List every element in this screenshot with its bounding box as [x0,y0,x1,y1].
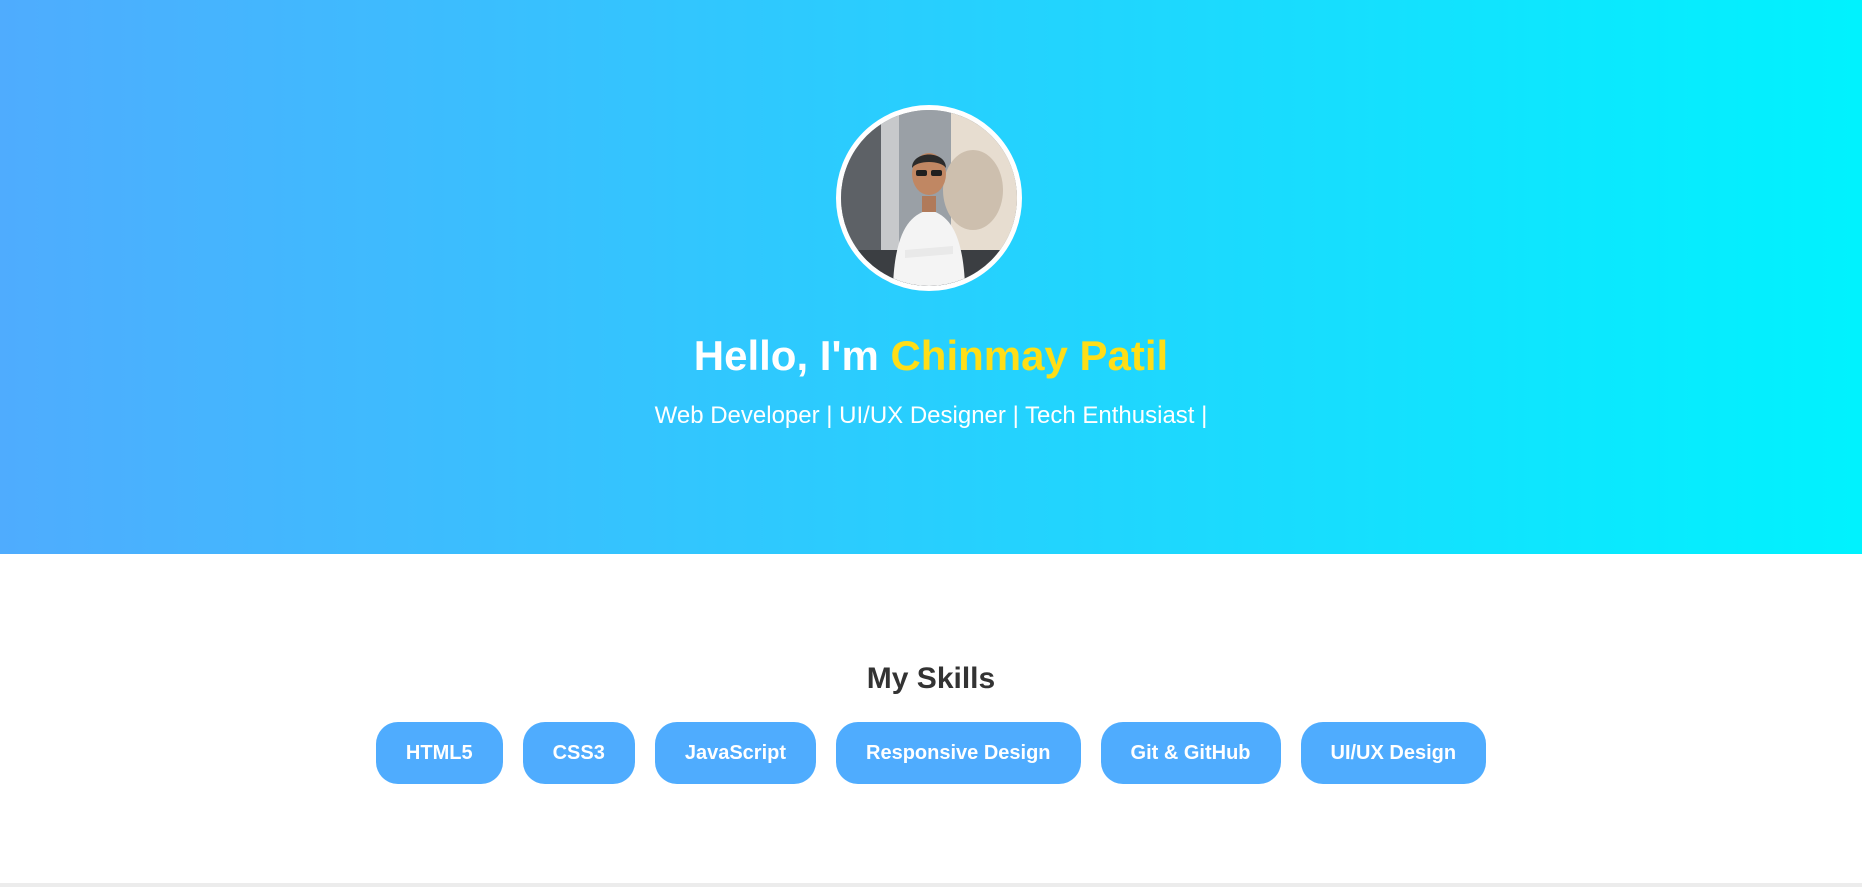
section-divider [0,883,1862,887]
hero-tagline: Web Developer | UI/UX Designer | Tech En… [654,402,1208,429]
skill-chip-responsive-design[interactable]: Responsive Design [836,722,1081,784]
skill-chip-git-github[interactable]: Git & GitHub [1100,722,1281,784]
skill-chip-ui-ux-design[interactable]: UI/UX Design [1300,722,1487,784]
hero-name: Chinmay Patil [890,332,1169,379]
skills-list: HTML5 CSS3 JavaScript Responsive Design … [0,722,1862,784]
skill-chip-html5[interactable]: HTML5 [375,722,503,784]
hero-section: Hello, I'm Chinmay Patil Web Developer |… [0,0,1862,554]
hero-greeting: Hello, I'm Chinmay Patil [0,328,1862,384]
profile-avatar [836,105,1022,291]
greeting-prefix: Hello, I'm [693,332,891,379]
skill-chip-css3[interactable]: CSS3 [522,722,635,784]
skills-title: My Skills [866,662,996,695]
skill-chip-javascript[interactable]: JavaScript [654,722,816,784]
profile-photo [841,110,1017,286]
